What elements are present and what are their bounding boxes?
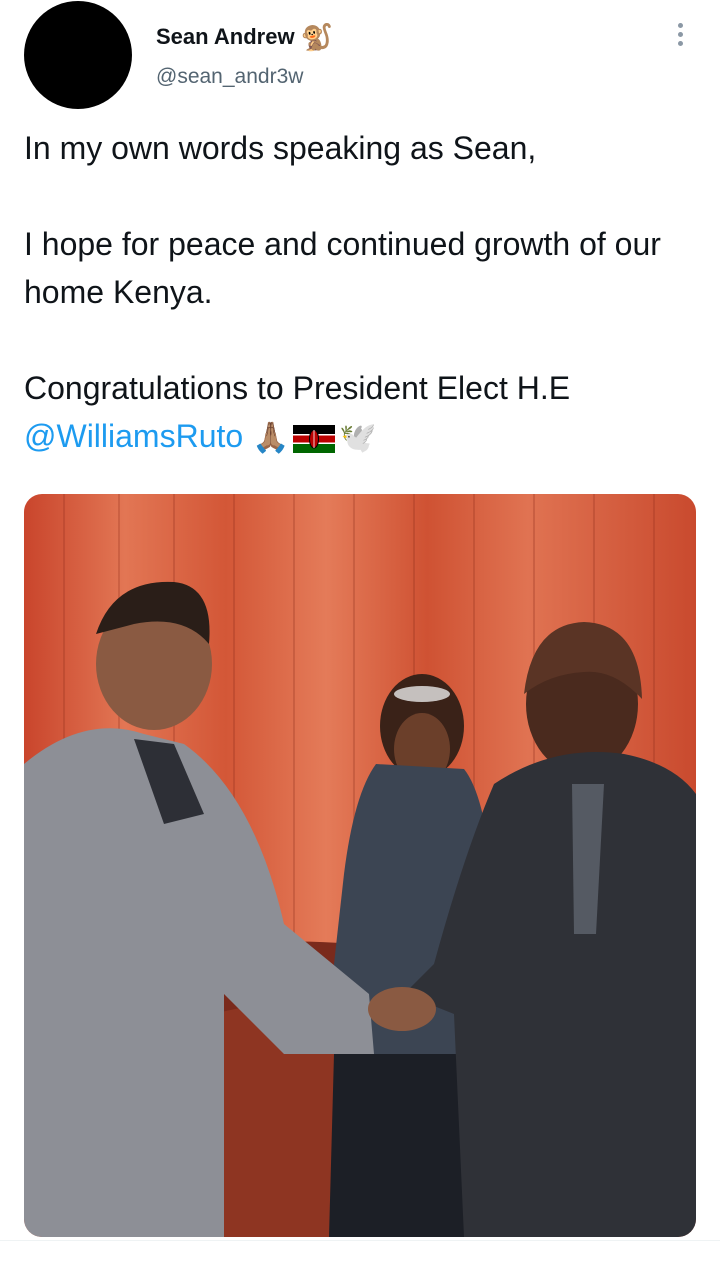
user-handle[interactable]: @sean_andr3w [156, 62, 303, 92]
tweet-line: Congratulations to President Elect H.E [24, 370, 571, 406]
display-name[interactable]: Sean Andrew [156, 20, 295, 54]
photo-illustration [24, 494, 696, 1237]
author-name-row[interactable]: Sean Andrew 🐒 [156, 20, 333, 54]
tweet-paragraph-last: Congratulations to President Elect H.E @… [24, 364, 696, 463]
tweet-paragraph: In my own words speaking as Sean, [24, 130, 537, 166]
divider [0, 1240, 720, 1241]
more-options-button[interactable] [668, 18, 692, 50]
monkey-emoji-icon: 🐒 [300, 22, 333, 52]
tweet-text: In my own words speaking as Sean, I hope… [24, 124, 696, 463]
more-dot-icon [677, 22, 683, 28]
dove-emoji-icon: 🕊️ [339, 421, 377, 455]
tweet-paragraph: I hope for peace and continued growth of… [24, 226, 661, 310]
more-dot-icon [677, 40, 683, 46]
avatar[interactable] [24, 1, 132, 109]
more-dot-icon [677, 31, 683, 37]
praying-hands-emoji-icon: 🙏🏽 [252, 421, 290, 455]
tweet-photo[interactable] [24, 494, 696, 1237]
mention-link[interactable]: @WilliamsRuto [24, 418, 243, 454]
kenya-flag-icon [293, 424, 336, 453]
